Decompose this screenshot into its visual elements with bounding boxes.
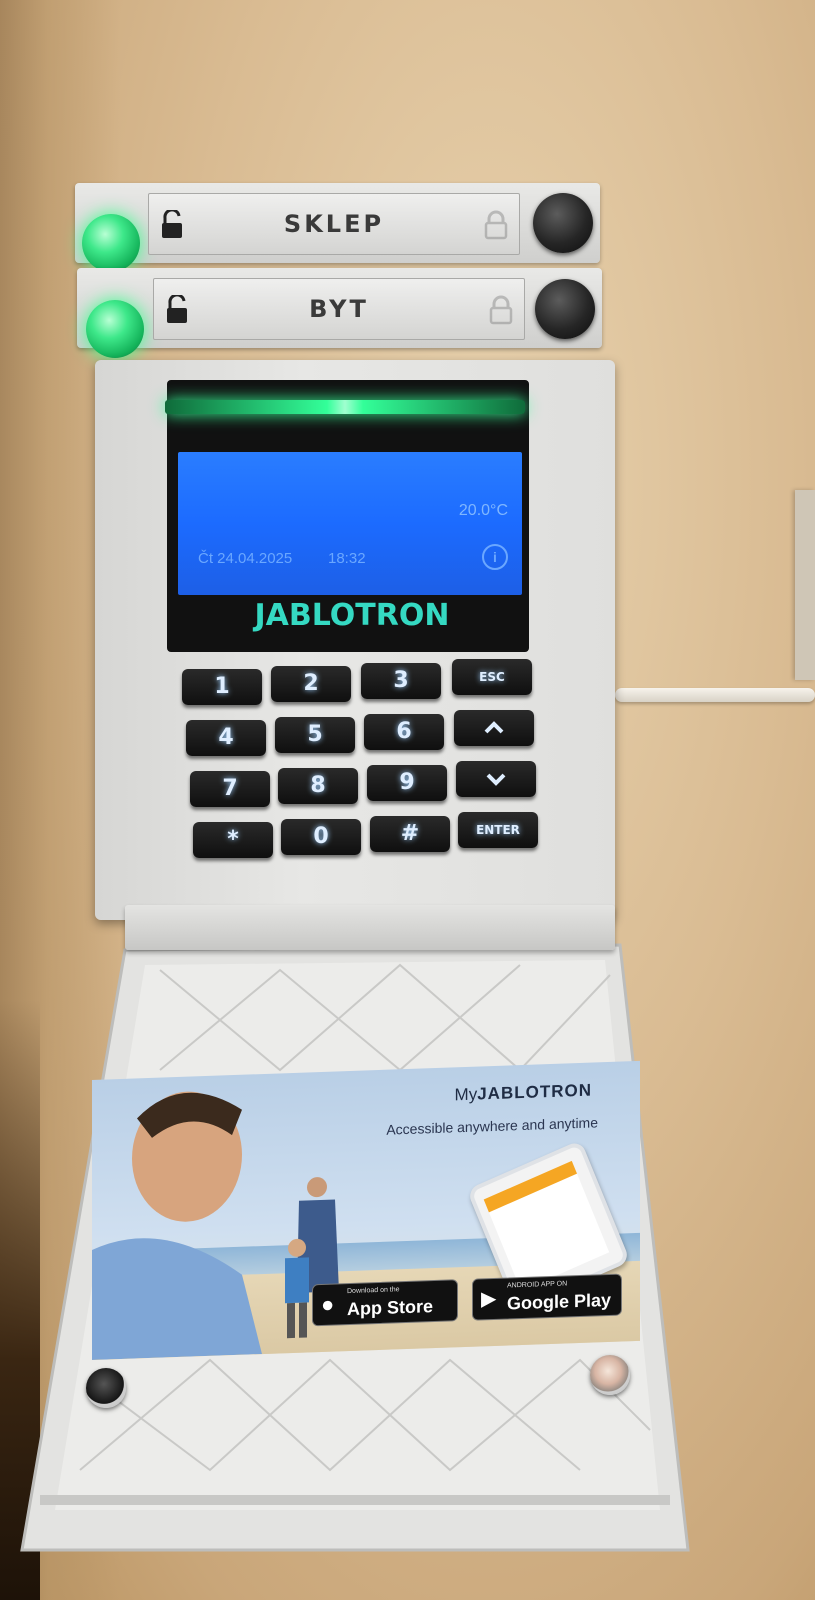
lcd-temperature: 20.0°C — [458, 502, 508, 519]
chevron-down-icon — [486, 773, 506, 786]
info-icon[interactable]: i — [482, 544, 508, 570]
zone-strip-sklep[interactable]: SKLEP — [148, 193, 520, 255]
card-tagline: Accessible anywhere and anytime — [386, 1114, 598, 1138]
phone-screen — [483, 1160, 610, 1291]
key-9[interactable]: 9 — [367, 765, 447, 801]
key-4[interactable]: 4 — [186, 720, 266, 756]
zone-strip-byt[interactable]: BYT — [153, 278, 525, 340]
app-store-badge[interactable]: ● Download on the App Store — [312, 1279, 458, 1327]
key-up[interactable] — [454, 710, 534, 746]
play-icon: ▶ — [481, 1287, 497, 1311]
cable — [615, 688, 815, 702]
key-8[interactable]: 8 — [278, 768, 358, 804]
chevron-up-icon — [484, 721, 504, 734]
card-logo-brand: JABLOTRON — [477, 1080, 592, 1104]
man-figure — [92, 1091, 262, 1360]
google-play-big: Google Play — [507, 1289, 612, 1314]
lcd-screen: 20.0°C Čt 24.04.2025 18:32 i — [178, 452, 522, 595]
app-store-small: Download on the — [347, 1286, 400, 1296]
zone-button-byt[interactable] — [535, 279, 595, 339]
google-play-badge[interactable]: ▶ ANDROID APP ON Google Play — [472, 1273, 622, 1321]
zone-button-sklep[interactable] — [533, 193, 593, 253]
key-2[interactable]: 2 — [271, 666, 351, 702]
card-logo: MyJABLOTRON — [455, 1081, 592, 1106]
zone-label-sklep: SKLEP — [283, 210, 385, 238]
key-hash[interactable]: # — [370, 816, 450, 852]
status-light-bar — [165, 400, 525, 414]
app-store-big: App Store — [347, 1296, 434, 1320]
key-7[interactable]: 7 — [190, 771, 270, 807]
card-logo-prefix: My — [454, 1084, 478, 1105]
screw-left — [86, 1368, 126, 1408]
key-star[interactable]: * — [193, 822, 273, 858]
key-enter[interactable]: ENTER — [458, 812, 538, 848]
key-6[interactable]: 6 — [364, 714, 444, 750]
key-3[interactable]: 3 — [361, 663, 441, 699]
brand-logo: JABLOTRON — [254, 598, 450, 633]
key-0[interactable]: 0 — [281, 819, 361, 855]
zone-led-byt — [86, 300, 144, 358]
locked-lock-icon — [484, 210, 508, 240]
cover-hinge — [125, 905, 615, 950]
family-figures — [285, 1177, 339, 1339]
locked-lock-icon — [489, 295, 513, 325]
key-down[interactable] — [456, 761, 536, 797]
promo-card: MyJABLOTRON Accessible anywhere and anyt… — [92, 1060, 640, 1360]
key-esc[interactable]: ESC — [452, 659, 532, 695]
zone-label-byt: BYT — [309, 295, 369, 323]
wall-box — [795, 490, 815, 680]
zone-led-sklep — [82, 214, 140, 272]
lcd-time: 18:32 — [328, 550, 366, 567]
lcd-date: Čt 24.04.2025 — [198, 550, 293, 567]
screw-right — [590, 1355, 630, 1395]
key-1[interactable]: 1 — [182, 669, 262, 705]
key-5[interactable]: 5 — [275, 717, 355, 753]
google-play-small: ANDROID APP ON — [507, 1280, 568, 1290]
phone-app-bar — [483, 1160, 578, 1213]
apple-icon: ● — [321, 1291, 335, 1318]
